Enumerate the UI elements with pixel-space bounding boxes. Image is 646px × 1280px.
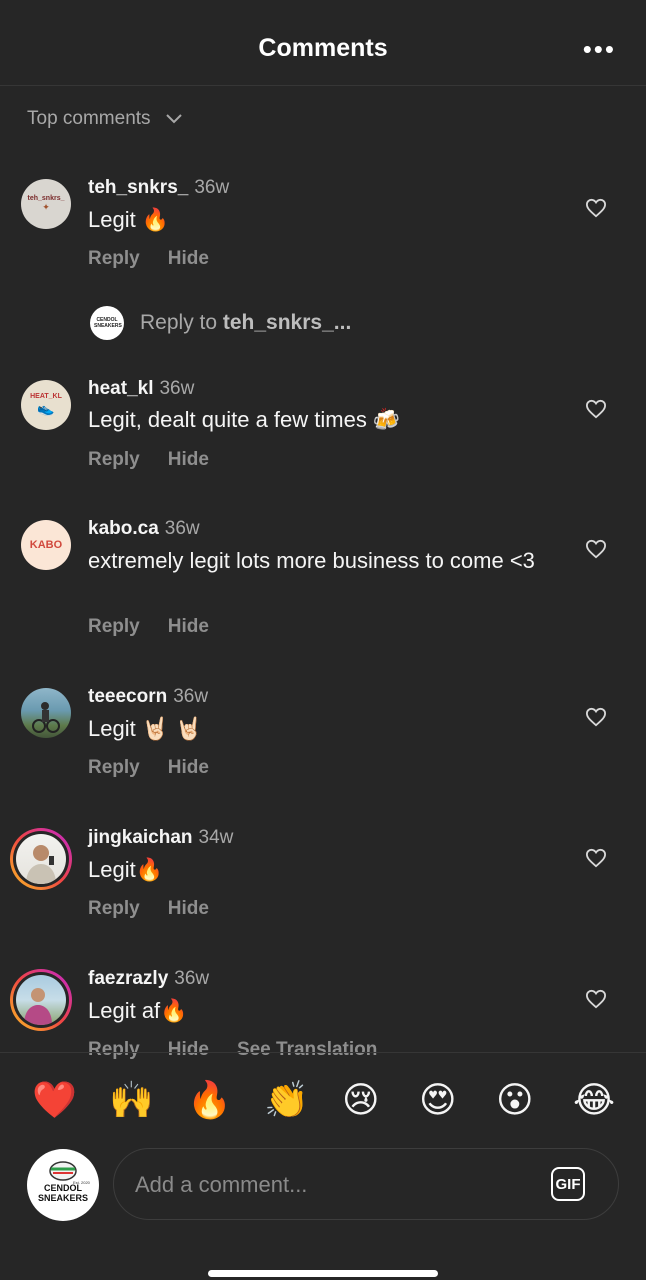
emoji-raised-hands[interactable]: 🙌 xyxy=(109,1081,154,1121)
reply-to-label: Reply to teh_snkrs_... xyxy=(140,311,351,335)
avatar[interactable]: KABO xyxy=(21,520,71,570)
chevron-down-icon xyxy=(165,114,182,124)
heart-icon[interactable] xyxy=(585,198,607,218)
emoji-fire[interactable]: 🔥 xyxy=(187,1081,232,1121)
reply-username: teh_snkrs_... xyxy=(222,311,352,334)
avatar xyxy=(16,975,66,1025)
avatar[interactable]: teh_snkrs_ ✦ xyxy=(21,179,71,229)
comment-time: 36w xyxy=(194,177,230,198)
hide-button[interactable]: Hide xyxy=(168,898,209,920)
avatar xyxy=(16,834,66,884)
sort-label: Top comments xyxy=(27,108,151,129)
emoji-quick-bar: ❤️ 🙌 🔥 👏 😢 😍 😮 😂 xyxy=(0,1052,646,1148)
comment-composer: CENDOL SNEAKERS Est. 2020 Add a comment.… xyxy=(0,1148,646,1238)
sneaker-icon: 👟 xyxy=(37,400,55,416)
comment-username[interactable]: heat_kl 36w xyxy=(88,378,194,400)
comment-text: Legit af🔥 xyxy=(88,998,188,1023)
current-user-avatar[interactable]: CENDOL SNEAKERS Est. 2020 xyxy=(27,1149,99,1221)
reply-button[interactable]: Reply xyxy=(88,757,140,779)
comment-time: 34w xyxy=(198,827,234,848)
emoji-heart-eyes[interactable]: 😍 xyxy=(419,1081,457,1121)
heart-icon[interactable] xyxy=(585,707,607,727)
emoji-surprised[interactable]: 😮 xyxy=(496,1081,534,1121)
reply-to-thread[interactable]: CENDOL SNEAKERS Reply to teh_snkrs_... xyxy=(90,306,351,340)
emoji-clap[interactable]: 👏 xyxy=(264,1081,309,1121)
comment-text: Legit 🔥 xyxy=(88,207,170,232)
comment-text: Legit🔥 xyxy=(88,857,164,882)
hide-button[interactable]: Hide xyxy=(168,757,209,779)
username-text: kabo.ca xyxy=(88,518,159,539)
avatar-logo-text: teh_snkrs_ xyxy=(27,195,65,202)
comment-username[interactable]: faezrazly 36w xyxy=(88,968,209,990)
heart-icon[interactable] xyxy=(585,399,607,419)
avatar[interactable]: HEAT_KL 👟 xyxy=(21,380,71,430)
person-photo xyxy=(24,988,52,1025)
gif-button[interactable]: GIF xyxy=(551,1167,585,1201)
username-text: faezrazly xyxy=(88,968,169,989)
logo-est-text: Est. 2020 xyxy=(73,1180,90,1185)
comment-placeholder: Add a comment... xyxy=(135,1172,308,1197)
username-text: teh_snkrs_ xyxy=(88,177,189,198)
reply-avatar: CENDOL SNEAKERS xyxy=(90,306,124,340)
username-text: teeecorn xyxy=(88,686,168,707)
reply-button[interactable]: Reply xyxy=(88,248,140,270)
avatar-logo-text: KABO xyxy=(29,539,63,551)
reply-button[interactable]: Reply xyxy=(88,898,140,920)
reply-button[interactable]: Reply xyxy=(88,449,140,471)
avatar[interactable] xyxy=(21,688,71,738)
person-photo xyxy=(26,845,56,884)
heart-icon[interactable] xyxy=(585,539,607,559)
comment-text: extremely legit lots more business to co… xyxy=(88,548,535,573)
comment-time: 36w xyxy=(164,518,200,539)
hide-button[interactable]: Hide xyxy=(168,449,209,471)
comment-time: 36w xyxy=(174,968,210,989)
comment-username[interactable]: teh_snkrs_ 36w xyxy=(88,177,229,199)
hide-button[interactable]: Hide xyxy=(168,616,209,638)
more-options-icon[interactable]: ••• xyxy=(583,36,616,62)
reply-prefix: Reply to xyxy=(140,311,223,334)
comment-text: Legit, dealt quite a few times 🍻 xyxy=(88,407,401,432)
story-ring-avatar[interactable] xyxy=(10,969,72,1031)
comment-text: Legit 🤘🏻 🤘🏻 xyxy=(88,716,203,741)
reply-button[interactable]: Reply xyxy=(88,616,140,638)
hide-button[interactable]: Hide xyxy=(168,248,209,270)
heart-icon[interactable] xyxy=(585,848,607,868)
emoji-crying[interactable]: 😢 xyxy=(342,1081,380,1121)
sort-dropdown[interactable]: Top comments xyxy=(27,108,183,130)
emoji-laughing[interactable]: 😂 xyxy=(573,1081,615,1121)
home-indicator[interactable] xyxy=(208,1270,438,1277)
cyclist-photo xyxy=(32,702,60,733)
avatar-logo-text: HEAT_KL xyxy=(30,393,62,400)
avatar-logo-text: CENDOL SNEAKERS xyxy=(27,1183,99,1203)
comment-input[interactable]: Add a comment... GIF xyxy=(113,1148,619,1220)
username-text: jingkaichan xyxy=(88,827,193,848)
comments-header: Comments ••• xyxy=(0,0,646,86)
emoji-heart[interactable]: ❤️ xyxy=(32,1081,77,1121)
comment-time: 36w xyxy=(173,686,209,707)
avatar-logo-mark: ✦ xyxy=(42,202,50,212)
comment-username[interactable]: jingkaichan 34w xyxy=(88,827,233,849)
comment-time: 36w xyxy=(159,378,195,399)
story-ring-avatar[interactable] xyxy=(10,828,72,890)
heart-icon[interactable] xyxy=(585,989,607,1009)
username-text: heat_kl xyxy=(88,378,154,399)
reply-avatar-text: CENDOL SNEAKERS xyxy=(94,317,122,329)
page-title: Comments xyxy=(258,34,388,62)
comment-username[interactable]: kabo.ca 36w xyxy=(88,518,200,540)
logo-line-2: SNEAKERS xyxy=(37,1193,88,1203)
comment-username[interactable]: teeecorn 36w xyxy=(88,686,208,708)
